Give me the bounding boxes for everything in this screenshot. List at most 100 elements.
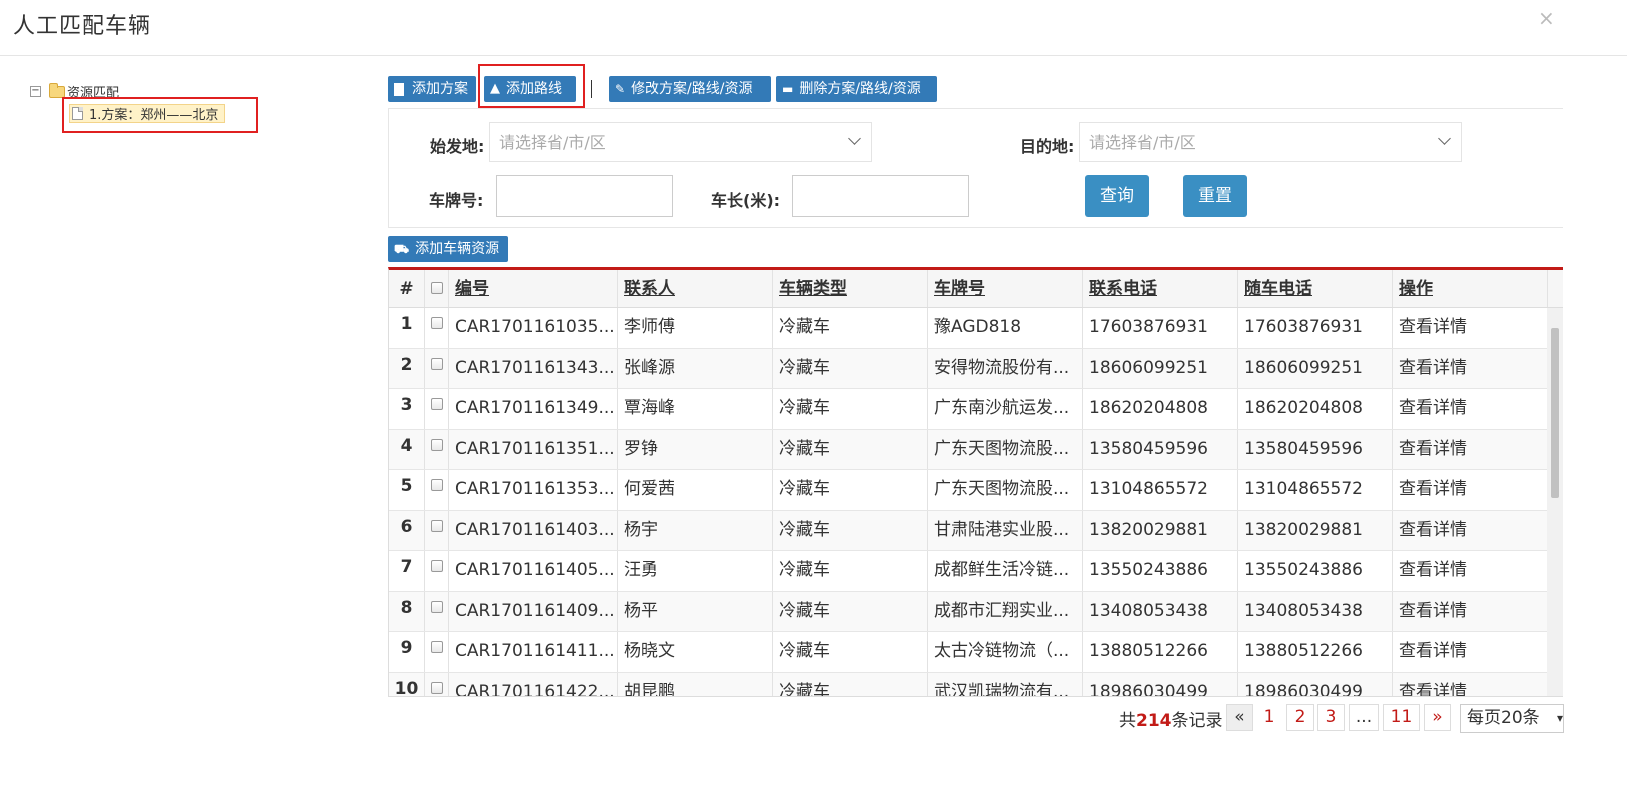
header-code[interactable]: 编号 xyxy=(449,270,618,307)
row-select[interactable] xyxy=(425,591,449,631)
row-checkbox[interactable] xyxy=(431,681,443,694)
reset-button[interactable]: 重置 xyxy=(1183,175,1247,217)
header-action[interactable]: 操作 xyxy=(1393,270,1548,307)
cell-car-phone: 13820029881 xyxy=(1238,510,1393,550)
cell-contact: 杨宇 xyxy=(618,510,773,550)
row-select[interactable] xyxy=(425,308,449,348)
file-icon xyxy=(394,82,404,96)
add-plan-button[interactable]: 添加方案 xyxy=(388,76,476,102)
dialog-title: 人工匹配车辆 xyxy=(13,14,152,39)
next-page-button[interactable]: » xyxy=(1424,704,1451,731)
row-checkbox[interactable] xyxy=(431,600,443,613)
row-select[interactable] xyxy=(425,348,449,388)
origin-select[interactable]: 请选择省/市/区 xyxy=(489,122,872,162)
view-details-link[interactable]: 查看详情 xyxy=(1393,632,1548,672)
cell-code: CAR1701161409... xyxy=(449,591,618,631)
last-page-button[interactable]: 11 xyxy=(1383,704,1420,731)
prev-page-button[interactable]: « xyxy=(1226,704,1253,731)
table-row[interactable]: 3 CAR1701161349... 覃海峰 冷藏车 广东南沙航运发... 1862020… xyxy=(389,389,1548,430)
cell-code: CAR1701161351... xyxy=(449,429,618,469)
table-row[interactable]: 9 CAR1701161411... 杨晓文 冷藏车 太古冷链物流（... 1388051… xyxy=(389,632,1548,673)
view-details-link[interactable]: 查看详情 xyxy=(1393,551,1548,591)
document-icon xyxy=(72,107,83,120)
collapse-icon[interactable]: − xyxy=(30,86,41,97)
table-row[interactable]: 2 CAR1701161343... 张峰源 冷藏车 安得物流股份有... 1860609… xyxy=(389,348,1548,389)
view-details-link[interactable]: 查看详情 xyxy=(1393,308,1548,348)
minus-icon: ▬ xyxy=(782,82,794,96)
page-3-button[interactable]: 3 xyxy=(1317,704,1345,731)
view-details-link[interactable]: 查看详情 xyxy=(1393,510,1548,550)
table-row[interactable]: 4 CAR1701161351... 罗铮 冷藏车 广东天图物流股... 13580459… xyxy=(389,429,1548,470)
add-route-label: 添加路线 xyxy=(506,81,562,97)
page-size-select[interactable]: 每页20条 ▾ xyxy=(1460,704,1564,733)
query-button[interactable]: 查询 xyxy=(1085,175,1149,217)
cell-code: CAR1701161403... xyxy=(449,510,618,550)
length-input[interactable] xyxy=(792,175,969,217)
row-select[interactable] xyxy=(425,429,449,469)
view-details-link[interactable]: 查看详情 xyxy=(1393,672,1548,696)
edit-plan-button[interactable]: ✎ 修改方案/路线/资源 xyxy=(609,76,771,102)
close-icon[interactable]: × xyxy=(1538,6,1555,30)
cell-phone: 18606099251 xyxy=(1083,348,1238,388)
table-scrollbar[interactable] xyxy=(1547,308,1563,696)
tree-node-plan-label[interactable]: 1.方案：郑州——北京 xyxy=(89,104,218,123)
row-checkbox[interactable] xyxy=(431,560,443,572)
table-row[interactable]: 1 CAR1701161035... 李师傅 冷藏车 豫AGD818 1760387693… xyxy=(389,308,1548,349)
header-vehicle-type[interactable]: 车辆类型 xyxy=(773,270,928,307)
table-row[interactable]: 7 CAR1701161405... 汪勇 冷藏车 成都鲜生活冷链... 13550243… xyxy=(389,551,1548,592)
row-index: 9 xyxy=(389,632,425,672)
total-suffix: 条记录 xyxy=(1171,711,1223,731)
truck-icon: ⛟ xyxy=(394,242,410,256)
match-vehicle-dialog: 人工匹配车辆 × − 资源匹配 1.方案：郑州——北京 添加方案 ▲ 添加路线 … xyxy=(0,0,1627,790)
row-index: 6 xyxy=(389,510,425,550)
add-route-button[interactable]: ▲ 添加路线 xyxy=(484,76,576,102)
cell-plate: 广东天图物流股... xyxy=(928,429,1083,469)
row-checkbox[interactable] xyxy=(431,357,443,370)
header-car-phone[interactable]: 随车电话 xyxy=(1238,270,1393,307)
header-phone[interactable]: 联系电话 xyxy=(1083,270,1238,307)
total-count: 214 xyxy=(1136,711,1172,731)
row-select[interactable] xyxy=(425,510,449,550)
cell-car-phone: 17603876931 xyxy=(1238,308,1393,348)
dest-select[interactable]: 请选择省/市/区 xyxy=(1079,122,1462,162)
page-2-button[interactable]: 2 xyxy=(1286,704,1314,731)
header-contact[interactable]: 联系人 xyxy=(618,270,773,307)
view-details-link[interactable]: 查看详情 xyxy=(1393,591,1548,631)
folder-icon xyxy=(49,82,65,98)
row-checkbox[interactable] xyxy=(431,519,443,532)
view-details-link[interactable]: 查看详情 xyxy=(1393,429,1548,469)
row-index: 5 xyxy=(389,470,425,510)
view-details-link[interactable]: 查看详情 xyxy=(1393,389,1548,429)
row-select[interactable] xyxy=(425,672,449,696)
row-select[interactable] xyxy=(425,389,449,429)
row-checkbox[interactable] xyxy=(431,479,443,491)
table-row[interactable]: 6 CAR1701161403... 杨宇 冷藏车 甘肃陆港实业股... 13820029… xyxy=(389,510,1548,551)
page-1-button[interactable]: 1 xyxy=(1255,704,1283,731)
add-vehicle-button[interactable]: ⛟ 添加车辆资源 xyxy=(388,236,508,262)
header-plate[interactable]: 车牌号 xyxy=(928,270,1083,307)
row-checkbox[interactable] xyxy=(431,398,443,410)
total-records: 共214条记录 xyxy=(1119,706,1223,731)
row-select[interactable] xyxy=(425,632,449,672)
row-checkbox[interactable] xyxy=(431,641,443,653)
table-row[interactable]: 10 CAR1701161422... 胡昆鹏 冷藏车 武汉凯瑞物流有... 189860… xyxy=(389,672,1548,696)
row-select[interactable] xyxy=(425,551,449,591)
delete-plan-button[interactable]: ▬ 删除方案/路线/资源 xyxy=(776,76,937,102)
view-details-link[interactable]: 查看详情 xyxy=(1393,348,1548,388)
cell-contact: 胡昆鹏 xyxy=(618,672,773,696)
scrollbar-thumb[interactable] xyxy=(1551,328,1559,498)
row-checkbox[interactable] xyxy=(431,438,443,451)
cell-car-phone: 13550243886 xyxy=(1238,551,1393,591)
view-details-link[interactable]: 查看详情 xyxy=(1393,470,1548,510)
cell-code: CAR1701161353... xyxy=(449,470,618,510)
select-all-checkbox[interactable] xyxy=(431,282,443,294)
total-prefix: 共 xyxy=(1119,711,1136,731)
vehicle-table: # 编号 联系人 车辆类型 车牌号 联系电话 随车电话 操作 1 CAR17011… xyxy=(388,267,1563,697)
plate-input[interactable] xyxy=(496,175,673,217)
row-checkbox[interactable] xyxy=(431,317,443,329)
table-row[interactable]: 8 CAR1701161409... 杨平 冷藏车 成都市汇翔实业... 13408053… xyxy=(389,591,1548,632)
tree-node-plan[interactable]: 1.方案：郑州——北京 xyxy=(69,104,226,123)
table-row[interactable]: 5 CAR1701161353... 何爱茜 冷藏车 广东天图物流股... 1310486… xyxy=(389,470,1548,511)
header-select-all[interactable] xyxy=(425,270,449,307)
row-select[interactable] xyxy=(425,470,449,510)
